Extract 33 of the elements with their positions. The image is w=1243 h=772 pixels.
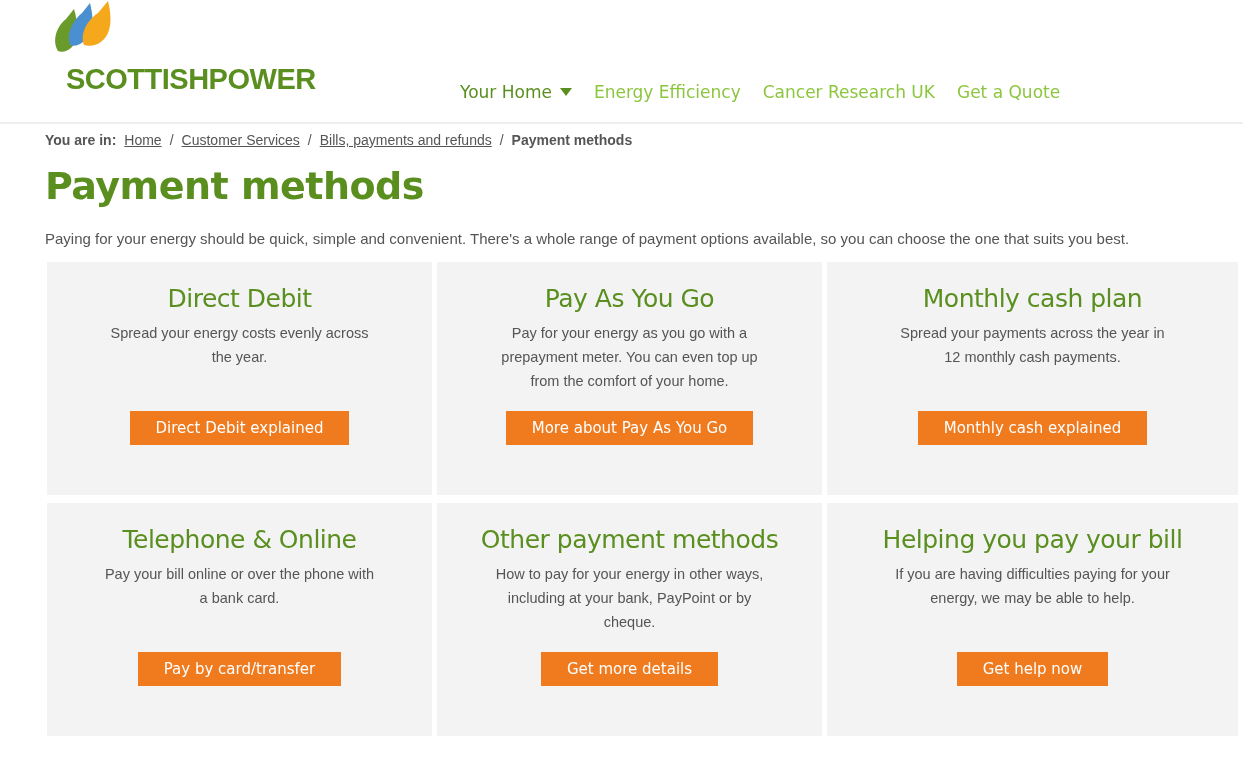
breadcrumb-label: You are in: [45, 132, 117, 148]
breadcrumb-link[interactable]: Home [124, 132, 162, 148]
card-button[interactable]: Get help now [956, 652, 1109, 686]
intro-text: Paying for your energy should be quick, simple and convenient. There's a whole range of payment options available, so you can choose the one that suits you best. [45, 229, 1131, 249]
card-text: If you are having difficulties paying for your energy, we may be able to help. [894, 565, 1171, 608]
breadcrumb-separator: / [307, 132, 312, 148]
breadcrumb-link[interactable]: Bills, payments and refunds [319, 132, 492, 148]
card-text: Pay your bill online or over the phone with a bank card. [103, 565, 376, 608]
card-title: Helping you pay your bill [882, 525, 1183, 554]
card-button[interactable]: Pay by card/transfer [137, 652, 342, 686]
nav-link[interactable]: Your Home [460, 82, 572, 102]
card-text: How to pay for your energy in other ways, including at your bank, PayPoint or by cheque. [494, 565, 765, 632]
breadcrumb-current: Payment methods [511, 132, 633, 148]
breadcrumb-separator: / [499, 132, 504, 148]
nav-link[interactable]: Energy Efficiency [593, 82, 741, 102]
nav-link[interactable]: Get a Quote [956, 82, 1061, 102]
card-title: Telephone & Online [122, 525, 357, 554]
card-title: Direct Debit [167, 284, 312, 313]
card-text: Pay for your energy as you go with a prepayment meter. You can even top up from the comfort of your home. [500, 324, 759, 391]
card-title: Monthly cash plan [922, 284, 1143, 313]
card-button[interactable]: More about Pay As You Go [505, 411, 754, 445]
breadcrumb-separator: / [169, 132, 174, 148]
card-button[interactable]: Get more details [540, 652, 719, 686]
card-button[interactable]: Direct Debit explained [129, 411, 350, 445]
logo-wordmark[interactable]: SCOTTISHPOWER [66, 63, 450, 96]
page-title: Payment methods [45, 164, 425, 208]
card-button[interactable]: Monthly cash explained [917, 411, 1148, 445]
card-title: Pay As You Go [544, 284, 715, 313]
card-text: Spread your payments across the year in 12 monthly cash payments. [899, 324, 1166, 367]
breadcrumb-link[interactable]: Customer Services [181, 132, 300, 148]
card-title: Other payment methods [480, 525, 779, 554]
card-text: Spread your energy costs evenly across the year. [109, 324, 370, 367]
nav-link[interactable]: Cancer Research UK [762, 82, 935, 102]
